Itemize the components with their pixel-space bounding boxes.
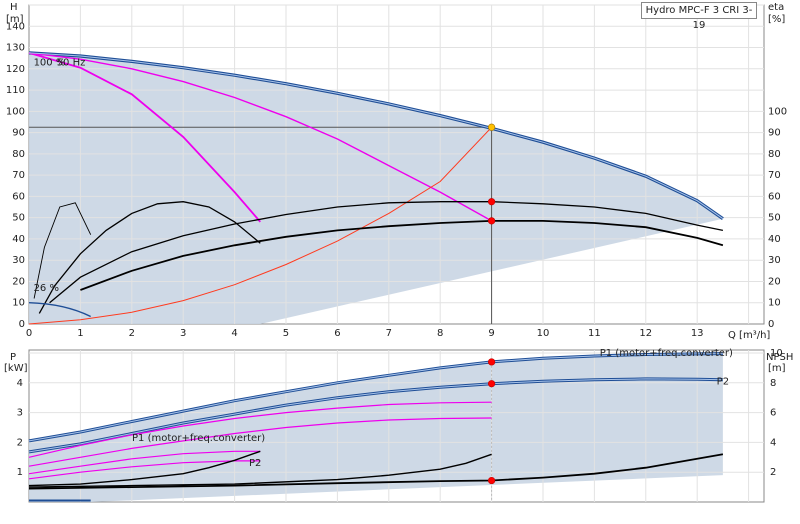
x-tick-label: 8 — [437, 328, 443, 339]
y-left-label: H — [10, 2, 18, 13]
y-right-unit: [%] — [768, 14, 785, 25]
y-left-tick-label: 10 — [12, 298, 25, 309]
pump-curve-chart: H [m] eta [%] Q [m³/h] P [kW] NPSH [m] 0… — [4, 2, 793, 503]
npsh-tick-label: 10 — [770, 348, 783, 359]
x-tick-label: 5 — [283, 328, 289, 339]
y-right-tick-label: 30 — [768, 255, 781, 266]
y-right-tick-label: 80 — [768, 149, 781, 160]
y-left-tick-label: 120 — [6, 64, 25, 75]
x-tick-label: 4 — [231, 328, 237, 339]
duty-point-marker — [487, 123, 496, 131]
x-tick-label: 1 — [77, 328, 83, 339]
p-axis-label: P — [10, 352, 16, 363]
power-curve-label: P2 — [717, 376, 729, 387]
chart-title-box: Hydro MPC-F 3 CRI 3-19 — [641, 2, 757, 31]
x-tick-label: 10 — [537, 328, 550, 339]
npsh-tick-label: 4 — [770, 437, 776, 448]
y-left-tick-label: 80 — [12, 149, 25, 160]
duty-point-marker — [487, 380, 496, 388]
p-tick-label: 1 — [17, 467, 23, 478]
y-left-tick-label: 20 — [12, 276, 25, 287]
x-tick-label: 11 — [588, 328, 601, 339]
duty-point-marker — [487, 217, 496, 225]
npsh-axis-unit: [m] — [768, 363, 786, 374]
y-left-tick-label: 0 — [19, 319, 25, 330]
x-tick-label: 0 — [26, 328, 32, 339]
y-left-tick-label: 100 — [6, 106, 25, 117]
y-left-tick-label: 70 — [12, 170, 25, 181]
y-right-tick-label: 50 — [768, 213, 781, 224]
y-left-tick-label: 110 — [6, 85, 25, 96]
power-curve-label: P2 — [249, 458, 261, 469]
x-tick-label: 13 — [691, 328, 704, 339]
y-right-tick-label: 100 — [768, 106, 787, 117]
x-tick-label: 6 — [334, 328, 340, 339]
y-right-tick-label: 0 — [768, 319, 774, 330]
p-tick-label: 4 — [17, 378, 23, 389]
y-left-tick-label: 40 — [12, 234, 25, 245]
duty-point-marker — [487, 358, 496, 366]
npsh-tick-label: 8 — [770, 378, 776, 389]
y-right-tick-label: 60 — [768, 191, 781, 202]
x-tick-label: 3 — [180, 328, 186, 339]
y-left-tick-label: 50 — [12, 213, 25, 224]
y-right-tick-label: 70 — [768, 170, 781, 181]
y-left-tick-label: 60 — [12, 191, 25, 202]
y-right-tick-label: 10 — [768, 298, 781, 309]
npsh-tick-label: 6 — [770, 408, 776, 419]
y-left-tick-label: 130 — [6, 43, 25, 54]
x-tick-label: 2 — [129, 328, 135, 339]
curve-annotation: 26 % — [34, 283, 59, 294]
y-left-tick-label: 90 — [12, 128, 25, 139]
x-axis-label: Q [m³/h] — [728, 330, 770, 341]
y-left-tick-label: 140 — [6, 21, 25, 32]
power-curve-label: P1 (motor+freq.converter) — [600, 348, 733, 359]
y-right-tick-label: 20 — [768, 276, 781, 287]
p-tick-label: 2 — [17, 437, 23, 448]
p-axis-unit: [kW] — [4, 363, 28, 374]
power-curve-label: P1 (motor+freq.converter) — [132, 433, 265, 444]
curve-annotation: 50 Hz — [57, 57, 86, 68]
pump-curve-figure: H [m] eta [%] Q [m³/h] P [kW] NPSH [m] 0… — [0, 0, 800, 520]
y-right-tick-label: 40 — [768, 234, 781, 245]
y-left-tick-label: 30 — [12, 255, 25, 266]
x-tick-label: 12 — [639, 328, 652, 339]
duty-point-marker — [487, 476, 496, 485]
npsh-tick-label: 2 — [770, 467, 776, 478]
x-tick-label: 7 — [386, 328, 392, 339]
y-right-label: eta — [768, 2, 784, 13]
duty-point-marker — [487, 198, 496, 206]
y-right-tick-label: 90 — [768, 128, 781, 139]
x-tick-label: 9 — [488, 328, 494, 339]
p-tick-label: 3 — [17, 408, 23, 419]
